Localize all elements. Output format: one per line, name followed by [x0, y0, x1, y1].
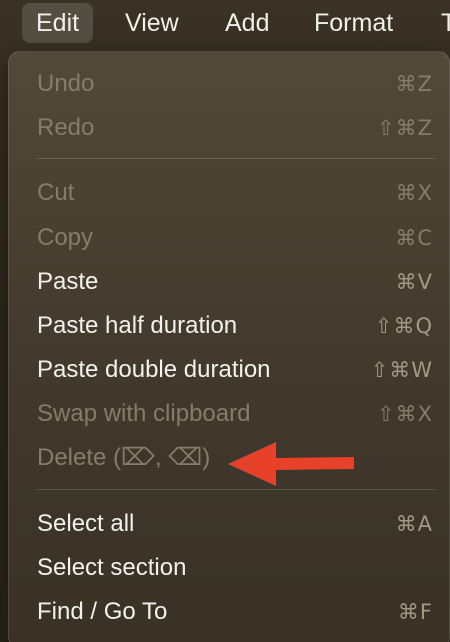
edit-menu-dropdown: Undo ⌘Z Redo ⇧⌘Z Cut ⌘X Copy ⌘C Paste ⌘V… — [8, 51, 450, 642]
menu-item-label: Paste double duration — [37, 356, 271, 383]
menu-item-label: Select all — [37, 510, 135, 537]
menu-item-label: Paste half duration — [37, 312, 238, 339]
menu-item-shortcut: ⌘A — [395, 512, 433, 536]
menu-item-find-go-to[interactable]: Find / Go To ⌘F — [37, 592, 433, 632]
menu-item-shortcut: ⇧⌘W — [370, 358, 433, 382]
menu-item-copy[interactable]: Copy ⌘C — [37, 218, 433, 258]
menu-item-shortcut: ⌘F — [397, 600, 433, 624]
menu-separator — [37, 158, 435, 159]
annotation-arrow-icon — [228, 442, 354, 486]
menubar-item-format[interactable]: Format — [300, 3, 407, 43]
menubar-item-edit[interactable]: Edit — [22, 3, 94, 43]
menu-item-shortcut: ⇧⌘Z — [377, 116, 433, 140]
menu-item-redo[interactable]: Redo ⇧⌘Z — [37, 108, 433, 148]
menu-item-label: Cut — [37, 179, 75, 206]
menu-item-label: Undo — [37, 70, 95, 97]
menu-item-swap-with-clipboard[interactable]: Swap with clipboard ⇧⌘X — [37, 394, 433, 434]
menu-item-shortcut: ⌘X — [395, 181, 433, 205]
menu-item-label: Paste — [37, 268, 99, 295]
menu-item-shortcut: ⌘Z — [395, 72, 433, 96]
menu-item-paste[interactable]: Paste ⌘V — [37, 262, 433, 302]
menu-item-select-section[interactable]: Select section — [37, 548, 433, 588]
menu-item-shortcut: ⌘V — [395, 270, 433, 294]
screen: Edit View Add Format T Undo ⌘Z Redo ⇧⌘Z … — [0, 0, 450, 642]
menu-item-label: Swap with clipboard — [37, 400, 251, 427]
menu-item-paste-double-duration[interactable]: Paste double duration ⇧⌘W — [37, 350, 433, 390]
menu-item-label: Find / Go To — [37, 598, 168, 625]
menubar: Edit View Add Format T — [0, 0, 450, 46]
menu-item-paste-half-duration[interactable]: Paste half duration ⇧⌘Q — [37, 306, 433, 346]
menu-item-label: Delete (⌦, ⌫) — [37, 444, 211, 471]
menu-item-label: Copy — [37, 224, 94, 251]
menu-item-label: Select section — [37, 554, 187, 581]
menubar-item-truncated[interactable]: T — [427, 3, 450, 43]
menu-item-undo[interactable]: Undo ⌘Z — [37, 64, 433, 104]
menu-item-shortcut: ⇧⌘X — [377, 402, 433, 426]
menu-item-shortcut: ⇧⌘Q — [374, 314, 433, 338]
menu-item-label: Redo — [37, 114, 95, 141]
menu-item-shortcut: ⌘C — [395, 226, 433, 250]
menu-item-cut[interactable]: Cut ⌘X — [37, 173, 433, 213]
menubar-item-view[interactable]: View — [111, 3, 193, 43]
menubar-item-add[interactable]: Add — [211, 3, 283, 43]
menu-item-select-all[interactable]: Select all ⌘A — [37, 504, 433, 544]
